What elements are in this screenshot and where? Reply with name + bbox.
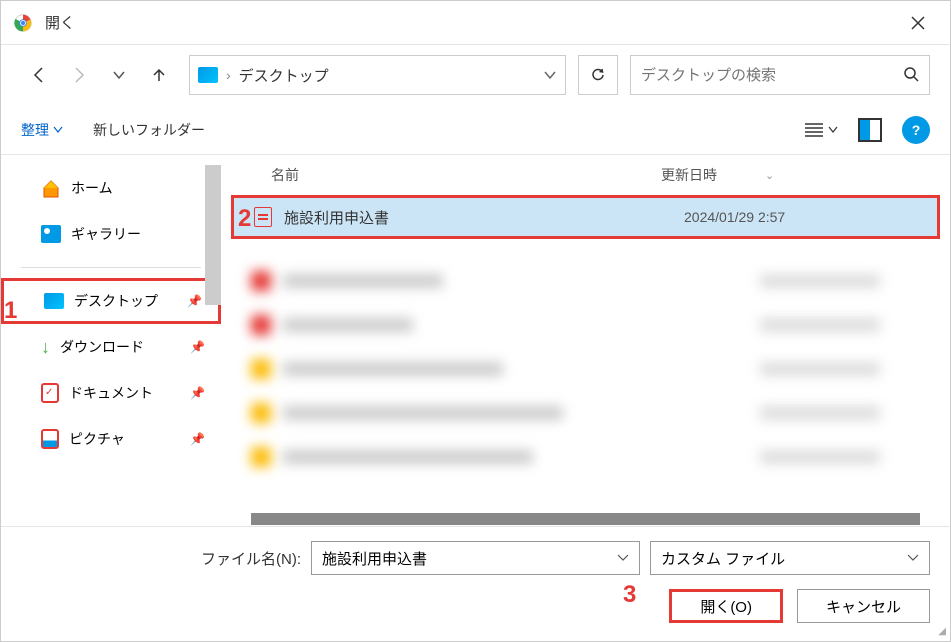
filename-value: 施設利用申込書 [322,548,427,569]
view-mode-button[interactable] [804,122,838,138]
pdf-icon [254,207,272,227]
column-date-label: 更新日時 [661,165,717,185]
home-icon [41,179,61,197]
resize-grip[interactable]: ◢ [938,626,946,637]
organize-label: 整理 [21,120,49,140]
file-name: 施設利用申込書 [284,207,684,228]
footer: ファイル名(N): 施設利用申込書 カスタム ファイル 開く(O) キャンセル … [1,526,950,641]
search-input[interactable] [641,67,903,84]
sidebar-item-home[interactable]: ホーム [1,165,221,211]
back-button[interactable] [21,57,57,93]
recent-dropdown[interactable] [101,57,137,93]
gallery-icon [41,225,61,243]
filter-label: カスタム ファイル [661,548,785,569]
sidebar-item-pictures[interactable]: ピクチャ 📌 [1,416,221,462]
sidebar: ホーム ギャラリー デスクトップ 📌 ↓ ダウンロード 📌 ドキュメント 📌 ピ… [1,155,221,525]
file-list: 名前 更新日時 ⌄ 施設利用申込書 2024/01/29 2:57 [221,155,950,525]
sidebar-item-documents[interactable]: ドキュメント 📌 [1,370,221,416]
forward-button[interactable] [61,57,97,93]
sidebar-item-desktop[interactable]: デスクトップ 📌 [1,278,221,324]
sidebar-documents-label: ドキュメント [69,383,153,403]
sidebar-desktop-label: デスクトップ [74,291,158,311]
window-title: 開く [45,12,75,33]
column-name[interactable]: 名前 [241,165,661,185]
file-date: 2024/01/29 2:57 [684,209,785,225]
pin-icon: 📌 [190,386,205,400]
column-date[interactable]: 更新日時 ⌄ [661,165,930,185]
horizontal-scrollbar[interactable] [251,513,920,525]
close-button[interactable] [898,3,938,43]
sidebar-home-label: ホーム [71,178,113,198]
file-row[interactable]: 施設利用申込書 2024/01/29 2:57 [231,195,940,239]
titlebar: 開く [1,1,950,45]
chevron-down-icon[interactable] [543,67,557,83]
sidebar-scrollbar[interactable] [205,165,221,305]
chrome-icon [13,13,33,33]
cancel-button[interactable]: キャンセル [797,589,930,623]
document-icon [41,383,59,403]
toolbar: 整理 新しいフォルダー ? [1,105,950,155]
open-button[interactable]: 開く(O) [669,589,783,623]
preview-pane-button[interactable] [858,118,882,142]
pin-icon: 📌 [187,294,202,308]
annotation-2: 2 [238,205,251,233]
desktop-icon [198,67,218,83]
file-type-filter[interactable]: カスタム ファイル [650,541,930,575]
navbar: › デスクトップ [1,45,950,105]
new-folder-button[interactable]: 新しいフォルダー [93,120,205,140]
annotation-1: 1 [4,297,17,325]
sort-chevron-icon: ⌄ [765,169,774,182]
sidebar-item-downloads[interactable]: ↓ ダウンロード 📌 [1,324,221,370]
download-icon: ↓ [41,337,50,358]
chevron-down-icon[interactable] [617,554,629,562]
filename-input[interactable]: 施設利用申込書 [311,541,640,575]
help-button[interactable]: ? [902,116,930,144]
sidebar-item-gallery[interactable]: ギャラリー [1,211,221,257]
pin-icon: 📌 [190,432,205,446]
search-box[interactable] [630,55,930,95]
sidebar-pictures-label: ピクチャ [69,429,125,449]
sidebar-downloads-label: ダウンロード [60,337,144,357]
search-icon[interactable] [903,66,919,85]
breadcrumb-location: デスクトップ [239,65,329,86]
organize-button[interactable]: 整理 [21,120,63,140]
filename-label: ファイル名(N): [201,548,301,569]
breadcrumb-separator: › [226,67,231,83]
refresh-button[interactable] [578,55,618,95]
desktop-icon [44,293,64,309]
file-header: 名前 更新日時 ⌄ [221,155,950,195]
pin-icon: 📌 [190,340,205,354]
blurred-content [251,259,920,479]
pictures-icon [41,429,59,449]
chevron-down-icon[interactable] [907,554,919,562]
breadcrumb[interactable]: › デスクトップ [189,55,566,95]
divider [21,267,201,268]
up-button[interactable] [141,57,177,93]
sidebar-gallery-label: ギャラリー [71,224,141,244]
